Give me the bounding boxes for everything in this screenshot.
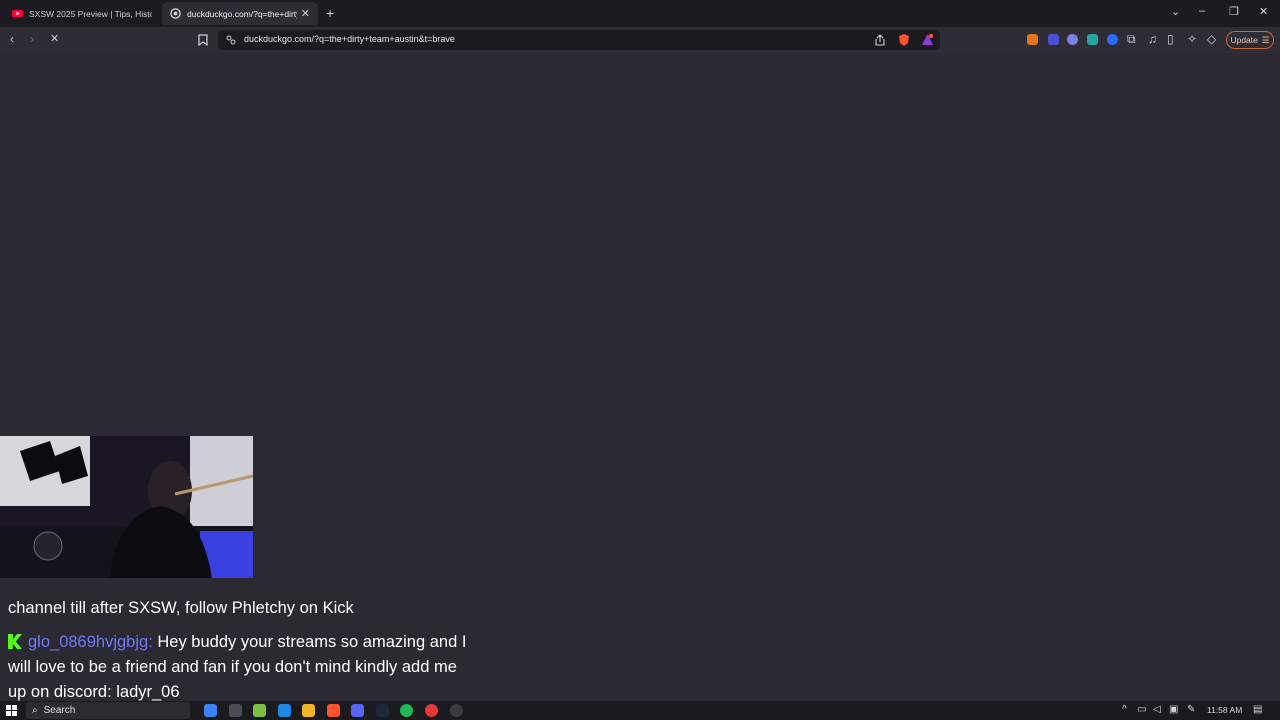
close-window-icon[interactable]: ✕ <box>1259 5 1268 18</box>
clock[interactable]: 11:58 AM <box>1207 705 1242 715</box>
browser-toolbar: ‹ › ✕ duckduckgo.com/?q=the+dirty+team+a… <box>0 27 1280 53</box>
music-note-icon[interactable]: ♫ <box>1148 32 1157 46</box>
extension-icon[interactable] <box>1107 34 1118 45</box>
back-icon[interactable]: ‹ <box>10 32 14 46</box>
minimize-icon[interactable]: – <box>1199 5 1205 17</box>
share-icon[interactable] <box>874 34 886 46</box>
address-bar[interactable]: duckduckgo.com/?q=the+dirty+team+austin&… <box>218 30 940 50</box>
taskbar-search[interactable]: ⌕ Search <box>26 702 190 719</box>
update-button[interactable]: Update ☰ <box>1226 31 1274 49</box>
display-icon[interactable]: ▣ <box>1169 704 1178 715</box>
forward-icon[interactable]: › <box>30 32 34 46</box>
kick-icon <box>8 634 22 649</box>
tab-strip: SXSW 2025 Preview | Tips, History, C duc… <box>0 0 1280 27</box>
network-icon[interactable]: ▭ <box>1137 704 1146 715</box>
file-explorer-icon[interactable] <box>302 704 315 717</box>
steam-icon[interactable] <box>376 704 389 717</box>
obs-icon[interactable] <box>425 704 438 717</box>
tab-title: duckduckgo.com/?q=the+dirty <box>187 8 297 19</box>
search-icon: ⌕ <box>32 705 38 716</box>
webcam-overlay <box>0 436 253 578</box>
brave-rewards-icon[interactable] <box>921 33 934 46</box>
chat-message: channel till after SXSW, follow Phletchy… <box>8 596 478 621</box>
restore-icon[interactable]: ❐ <box>1229 5 1239 18</box>
extension-icon[interactable] <box>1067 34 1078 45</box>
app-icon[interactable] <box>253 704 266 717</box>
hamburger-menu-icon: ☰ <box>1261 34 1270 45</box>
url-text: duckduckgo.com/?q=the+dirty+team+austin&… <box>244 34 455 44</box>
sidebar-icon[interactable]: ▯ <box>1167 32 1174 46</box>
app-icon[interactable] <box>450 704 463 717</box>
windows-start-icon[interactable] <box>6 705 17 716</box>
extensions-puzzle-icon[interactable]: ⧉ <box>1127 32 1136 47</box>
copilot-icon[interactable] <box>204 704 217 717</box>
app-icon[interactable] <box>278 704 291 717</box>
tab-sxsw[interactable]: SXSW 2025 Preview | Tips, History, C <box>4 2 160 25</box>
bookmark-icon[interactable] <box>198 34 208 46</box>
taskbar: ⌕ Search ^ ▭ ◁ ▣ ✎ 11:58 AM ▤ <box>0 701 1280 720</box>
chat-message: glo_0869hvjgbjg: Hey buddy your streams … <box>8 630 478 705</box>
volume-icon[interactable]: ◁ <box>1153 704 1161 715</box>
tab-duckduckgo[interactable]: duckduckgo.com/?q=the+dirty ✕ <box>162 2 318 25</box>
chat-username: glo_0869hvjgbjg: <box>28 633 153 651</box>
leo-ai-icon[interactable]: ✧ <box>1187 32 1197 46</box>
tab-title: SXSW 2025 Preview | Tips, History, C <box>29 8 152 19</box>
new-tab-icon[interactable]: + <box>326 5 334 21</box>
duckduckgo-icon <box>170 8 181 19</box>
extension-icon[interactable] <box>1087 34 1098 45</box>
stop-loading-icon[interactable]: ✕ <box>50 32 59 45</box>
site-settings-icon[interactable] <box>226 35 236 45</box>
tray-chevron-icon[interactable]: ^ <box>1122 704 1127 715</box>
brave-shields-icon[interactable] <box>898 33 910 47</box>
stream-chat: channel till after SXSW, follow Phletchy… <box>8 596 478 705</box>
close-tab-icon[interactable]: ✕ <box>301 7 310 20</box>
brave-browser-icon[interactable] <box>327 704 340 717</box>
taskview-icon[interactable] <box>229 704 242 717</box>
notifications-icon[interactable]: ▤ <box>1253 704 1262 715</box>
tab-search-chevron-icon[interactable]: ⌄ <box>1171 5 1180 18</box>
webcam-image <box>0 436 253 578</box>
youtube-icon <box>12 9 23 18</box>
vpn-shield-icon[interactable]: ◇ <box>1207 32 1216 46</box>
spotify-icon[interactable] <box>400 704 413 717</box>
search-placeholder: Search <box>43 705 76 716</box>
chat-text: channel till after SXSW, follow Phletchy… <box>8 599 354 617</box>
pen-icon[interactable]: ✎ <box>1187 704 1195 715</box>
discord-icon[interactable] <box>351 704 364 717</box>
extension-icon[interactable] <box>1048 34 1059 45</box>
metamask-icon[interactable] <box>1027 34 1038 45</box>
